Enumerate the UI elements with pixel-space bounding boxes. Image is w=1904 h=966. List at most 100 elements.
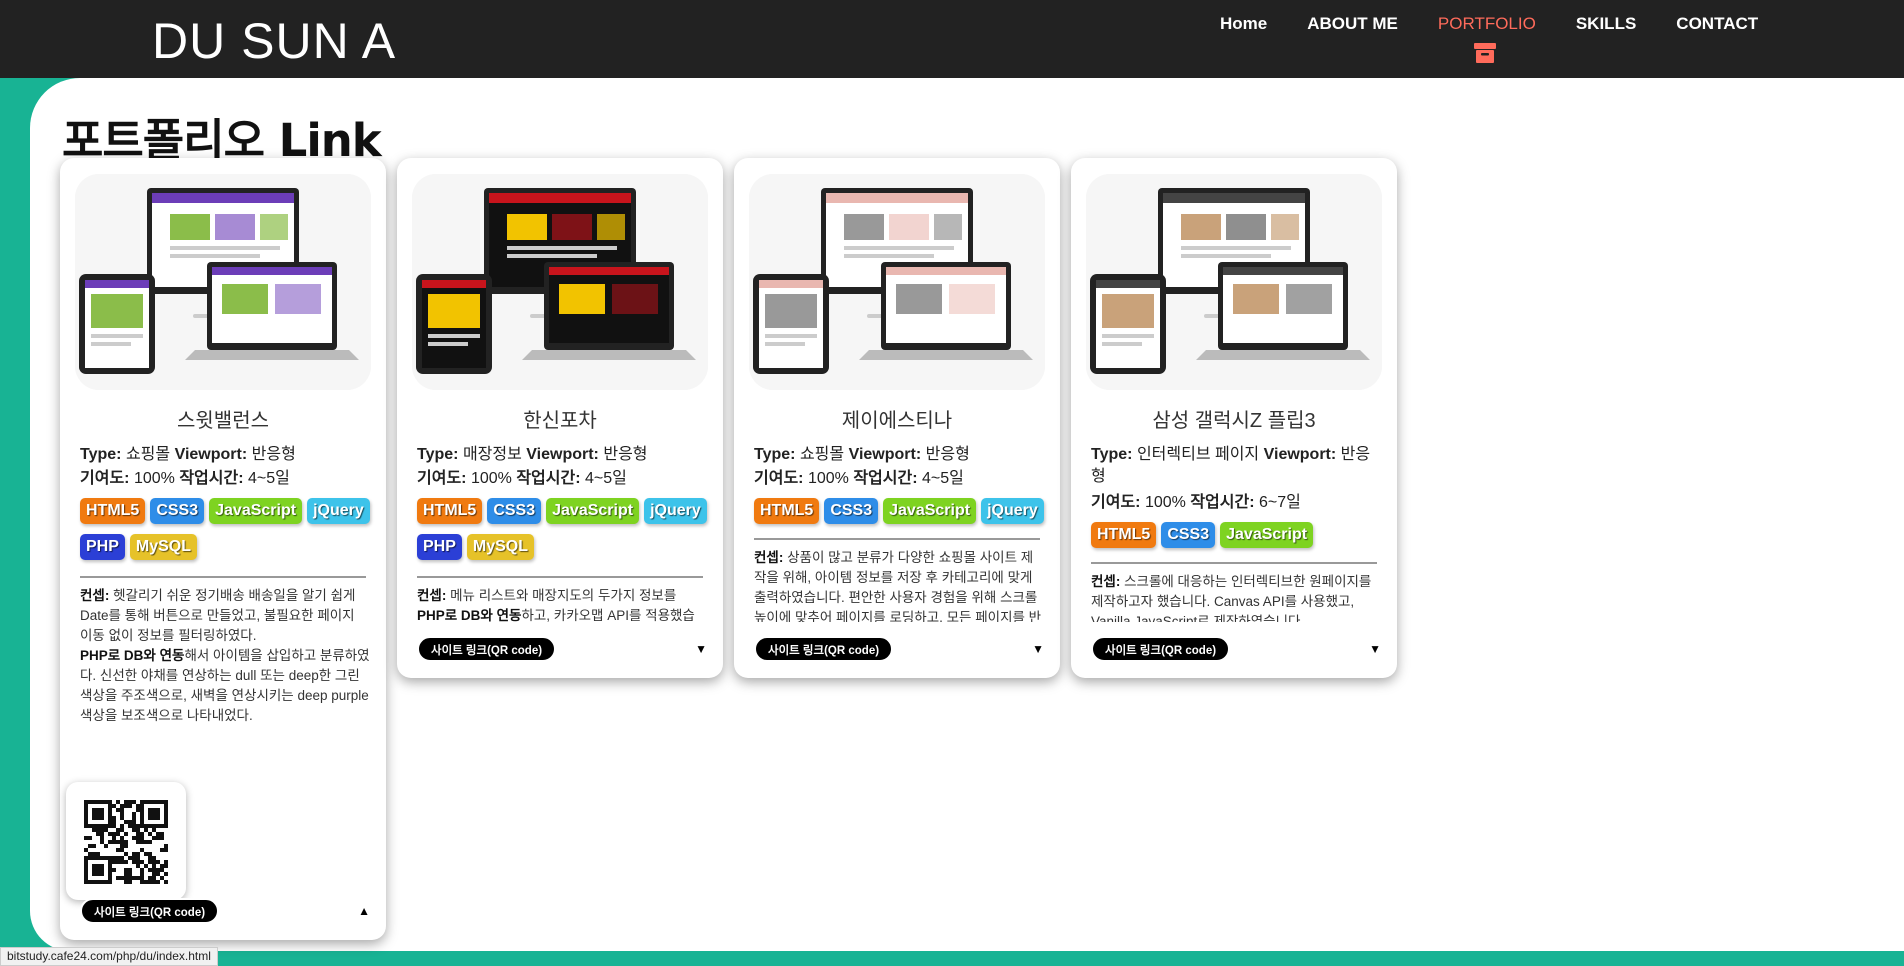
- tech-tag: PHP: [80, 534, 125, 560]
- type-label: Type:: [754, 446, 796, 463]
- site-link-button[interactable]: 사이트 링크(QR code): [80, 898, 220, 924]
- project-contrib-line: 기여도: 100% 작업시간: 4~5일: [754, 468, 964, 490]
- concept-highlight: PHP로 DB와 연동: [417, 608, 522, 622]
- concept-label: 컨셉:: [754, 550, 784, 565]
- project-title: 삼성 갤럭시Z 플립3: [1152, 410, 1316, 432]
- concept-text: 스크롤에 대응하는 인터렉티브한 원페이지를 제작하고자 했습니다. Canva…: [1091, 574, 1372, 622]
- project-description: 컨셉: 메뉴 리스트와 매장지도의 두가지 정보를 PHP로 DB와 연동하고,…: [417, 586, 707, 622]
- tech-tag-list: HTML5 CSS3 JavaScript jQuery PHP MySQL: [80, 498, 380, 570]
- site-link-button[interactable]: 사이트 링크(QR code): [417, 636, 557, 662]
- time-label: 작업시간:: [179, 470, 244, 487]
- contrib-label: 기여도:: [754, 470, 804, 487]
- divider: [754, 538, 1040, 540]
- project-description: 컨셉: 스크롤에 대응하는 인터렉티브한 원페이지를 제작하고자 했습니다. C…: [1091, 572, 1381, 622]
- tech-tag: jQuery: [307, 498, 370, 524]
- time-value: 6~7일: [1259, 494, 1301, 511]
- nav-home[interactable]: Home: [1220, 14, 1267, 34]
- concept-text: 헷갈리기 쉬운 정기배송 배송일을 알기 쉽게 Date를 통해 버튼으로 만들…: [80, 588, 356, 643]
- tech-tag: jQuery: [644, 498, 707, 524]
- nav-skills[interactable]: SKILLS: [1576, 14, 1636, 34]
- status-bar-url: bitstudy.cafe24.com/php/du/index.html: [0, 947, 218, 966]
- project-contrib-line: 기여도: 100% 작업시간: 4~5일: [80, 468, 290, 490]
- main-nav: Home ABOUT ME PORTFOLIO SKILLS CONTACT: [1220, 14, 1798, 34]
- tech-tag: HTML5: [754, 498, 820, 524]
- qr-code[interactable]: [66, 782, 186, 900]
- contrib-value: 100%: [1144, 494, 1186, 511]
- concept-text: 상품이 많고 분류가 다양한 쇼핑몰 사이트 제작을 위해, 아이템 정보를 저…: [754, 550, 1042, 622]
- contrib-label: 기여도:: [1091, 494, 1141, 511]
- tech-tag: CSS3: [824, 498, 879, 524]
- viewport-label: Viewport:: [848, 446, 922, 463]
- type-value: 매장정보: [462, 446, 522, 463]
- contrib-value: 100%: [133, 470, 175, 487]
- project-contrib-line: 기여도: 100% 작업시간: 6~7일: [1091, 492, 1301, 514]
- portfolio-card[interactable]: 한신포차 Type: 매장정보 Viewport: 반응형 기여도: 100% 작업…: [397, 158, 723, 678]
- type-value: 쇼핑몰: [125, 446, 171, 463]
- nav-contact[interactable]: CONTACT: [1676, 14, 1758, 34]
- tech-tag: HTML5: [80, 498, 146, 524]
- contrib-value: 100%: [470, 470, 512, 487]
- type-label: Type:: [417, 446, 459, 463]
- expand-arrow-icon[interactable]: ▼: [1369, 642, 1381, 656]
- tech-tag: JavaScript: [883, 498, 977, 524]
- project-description: 컨셉: 상품이 많고 분류가 다양한 쇼핑몰 사이트 제작을 위해, 아이템 정…: [754, 548, 1044, 622]
- tech-tag-list: HTML5 CSS3 JavaScript jQuery: [754, 498, 1054, 534]
- expand-arrow-icon[interactable]: ▼: [1032, 642, 1044, 656]
- portfolio-card[interactable]: 제이에스티나 Type: 쇼핑몰 Viewport: 반응형기여도: 100% 작…: [734, 158, 1060, 678]
- tech-tag: CSS3: [1161, 522, 1216, 548]
- type-label: Type:: [80, 446, 122, 463]
- portfolio-card[interactable]: 삼성 갤럭시Z 플립3 Type: 인터렉티브 페이지 Viewport: 반응형…: [1071, 158, 1397, 678]
- viewport-label: Viewport:: [174, 446, 248, 463]
- divider: [417, 576, 703, 578]
- viewport-value: 반응형: [925, 446, 970, 463]
- viewport-label: Viewport:: [526, 446, 599, 463]
- divider: [80, 576, 366, 578]
- site-header: DU SUN A Home ABOUT ME PORTFOLIO SKILLS …: [0, 0, 1904, 78]
- type-value: 쇼핑몰: [799, 446, 845, 463]
- concept-label: 컨셉:: [80, 588, 110, 603]
- collapse-arrow-icon[interactable]: ▲: [358, 904, 370, 918]
- contrib-label: 기여도:: [80, 470, 130, 487]
- concept-label: 컨셉:: [417, 588, 447, 603]
- project-type-line: Type: 인터렉티브 페이지 Viewport: 반응형: [1091, 444, 1383, 488]
- contrib-label: 기여도:: [417, 470, 467, 487]
- viewport-value: 반응형: [251, 446, 296, 463]
- concept-label: 컨셉:: [1091, 574, 1121, 589]
- site-link-button[interactable]: 사이트 링크(QR code): [754, 636, 894, 662]
- archive-box-icon: [1474, 43, 1496, 63]
- tech-tag: JavaScript: [546, 498, 640, 524]
- nav-about-me[interactable]: ABOUT ME: [1307, 14, 1398, 34]
- project-type-line: Type: 매장정보 Viewport: 반응형: [417, 444, 709, 466]
- tech-tag-list: HTML5 CSS3 JavaScript jQuery PHP MySQL: [417, 498, 717, 570]
- project-type-line: Type: 쇼핑몰 Viewport: 반응형: [80, 444, 372, 466]
- site-logo[interactable]: DU SUN A: [152, 12, 396, 70]
- viewport-value: 반응형: [603, 446, 648, 463]
- project-mockup-image: [75, 174, 371, 390]
- type-label: Type:: [1091, 446, 1133, 463]
- project-mockup-image: [1086, 174, 1382, 390]
- tech-tag: HTML5: [417, 498, 483, 524]
- portfolio-card[interactable]: 스윗밸런스 Type: 쇼핑몰 Viewport: 반응형 기여도: 100% 작업…: [60, 158, 386, 940]
- time-value: 4~5일: [922, 470, 964, 487]
- project-title: 제이에스티나: [841, 410, 953, 432]
- time-label: 작업시간:: [516, 470, 581, 487]
- expand-arrow-icon[interactable]: ▼: [695, 642, 707, 656]
- type-value: 인터렉티브 페이지: [1136, 446, 1260, 463]
- viewport-label: Viewport:: [1263, 446, 1337, 463]
- tech-tag: HTML5: [1091, 522, 1157, 548]
- project-contrib-line: 기여도: 100% 작업시간: 4~5일: [417, 468, 627, 490]
- time-label: 작업시간:: [853, 470, 918, 487]
- tech-tag-list: HTML5 CSS3 JavaScript: [1091, 522, 1391, 558]
- concept-text: 메뉴 리스트와 매장지도의 두가지 정보를: [450, 588, 677, 603]
- tech-tag: MySQL: [129, 534, 198, 560]
- time-label: 작업시간:: [1190, 494, 1255, 511]
- time-value: 4~5일: [585, 470, 627, 487]
- nav-portfolio[interactable]: PORTFOLIO: [1438, 14, 1536, 34]
- time-value: 4~5일: [248, 470, 290, 487]
- project-title: 한신포차: [523, 410, 597, 432]
- concept-highlight: PHP로 DB와 연동: [80, 648, 185, 663]
- contrib-value: 100%: [807, 470, 849, 487]
- tech-tag: CSS3: [150, 498, 205, 524]
- site-link-button[interactable]: 사이트 링크(QR code): [1091, 636, 1231, 662]
- tech-tag: PHP: [417, 534, 462, 560]
